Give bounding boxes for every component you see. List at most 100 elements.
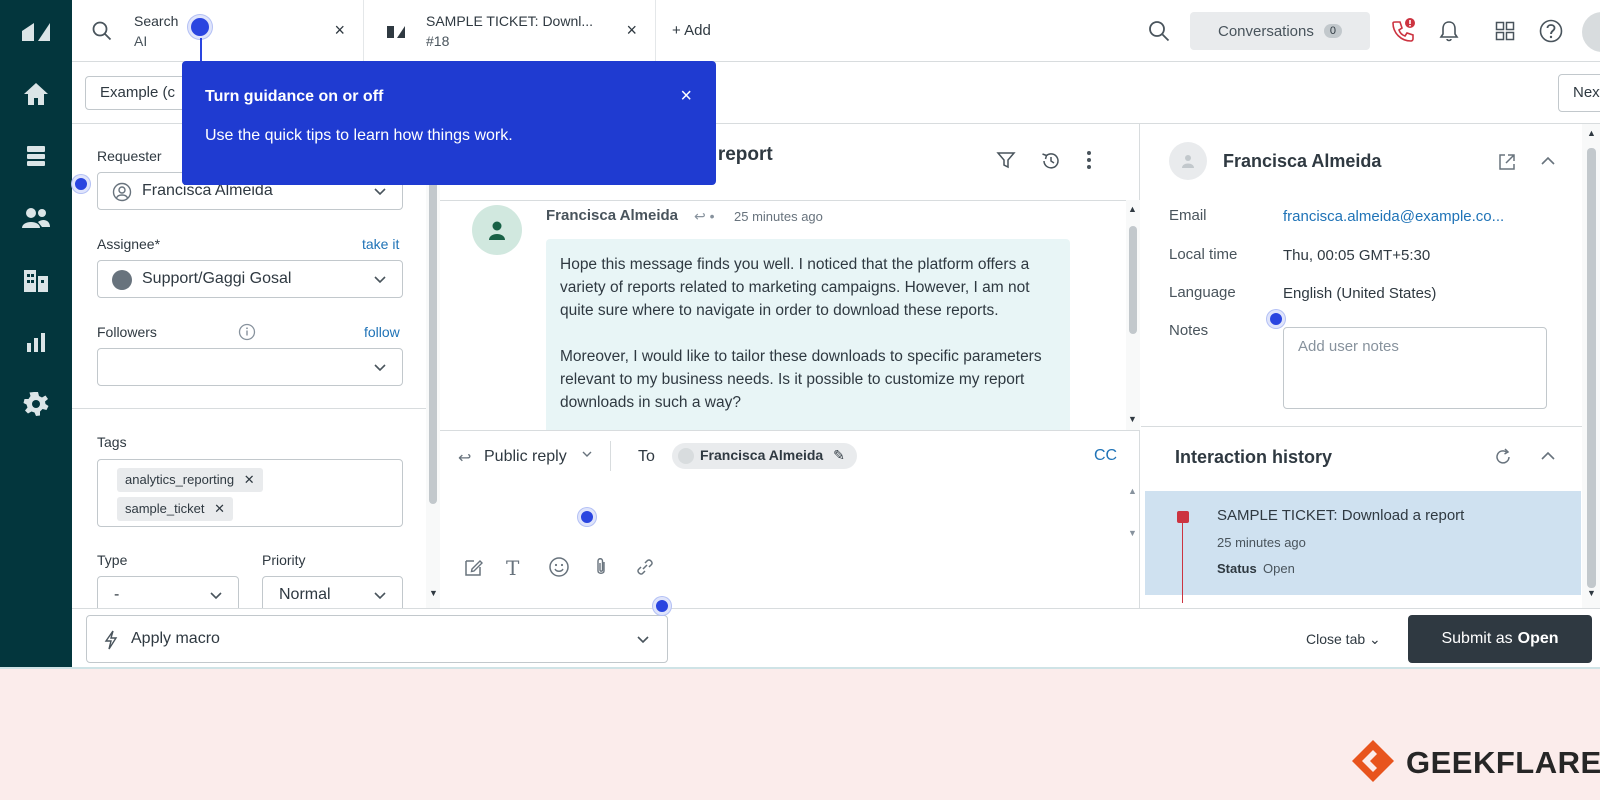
compose-icon[interactable] bbox=[462, 556, 484, 581]
cc-link[interactable]: CC bbox=[1094, 447, 1117, 465]
history-icon[interactable] bbox=[1040, 150, 1062, 175]
reply-editor[interactable] bbox=[440, 484, 1126, 554]
history-status-value: Open bbox=[1263, 561, 1295, 576]
geekflare-logo-text: GEEKFLARE bbox=[1406, 744, 1600, 780]
more-options-icon[interactable] bbox=[1086, 150, 1092, 173]
priority-label: Priority bbox=[262, 552, 306, 568]
phone-alert-icon[interactable] bbox=[1390, 18, 1416, 44]
refresh-icon[interactable] bbox=[1493, 447, 1513, 470]
tag-chip[interactable]: sample_ticket ✕ bbox=[117, 497, 234, 521]
message-author: Francisca Almeida bbox=[546, 207, 679, 224]
message-scrollbar[interactable]: ▲ ▼ bbox=[1126, 200, 1140, 430]
remove-tag-icon[interactable]: ✕ bbox=[214, 501, 225, 516]
scrollbar-thumb[interactable] bbox=[1587, 148, 1596, 588]
scroll-up-arrow-icon[interactable]: ▲ bbox=[1128, 486, 1137, 496]
scroll-down-arrow-icon[interactable]: ▼ bbox=[1128, 414, 1137, 424]
scroll-down-arrow-icon[interactable]: ▼ bbox=[1587, 588, 1596, 598]
guidance-hotspot[interactable] bbox=[188, 15, 212, 39]
followers-field[interactable] bbox=[97, 348, 403, 386]
customers-icon[interactable] bbox=[16, 198, 56, 238]
editor-scrollbar[interactable]: ▲ ▼ bbox=[1126, 484, 1140, 544]
remove-tag-icon[interactable]: ✕ bbox=[244, 472, 255, 487]
next-button[interactable]: Next bbox=[1558, 74, 1600, 112]
scroll-down-arrow-icon[interactable]: ▼ bbox=[1128, 528, 1137, 538]
zendesk-logo-icon[interactable] bbox=[16, 12, 56, 52]
history-item[interactable]: SAMPLE TICKET: Download a report 25 minu… bbox=[1145, 491, 1581, 603]
guidance-hotspot[interactable] bbox=[653, 597, 671, 615]
guidance-hotspot[interactable] bbox=[578, 508, 596, 526]
local-time-label: Local time bbox=[1169, 246, 1238, 263]
chevron-down-icon bbox=[372, 183, 388, 202]
edit-pencil-icon[interactable]: ✎ bbox=[833, 447, 845, 463]
collapse-chevron-up-icon[interactable] bbox=[1539, 447, 1557, 468]
chevron-down-icon[interactable] bbox=[580, 447, 594, 464]
guidance-hotspot[interactable] bbox=[1267, 310, 1285, 328]
apps-grid-icon[interactable] bbox=[1492, 18, 1518, 44]
user-name: Francisca Almeida bbox=[1223, 151, 1382, 171]
close-tab-button[interactable]: × bbox=[334, 20, 345, 41]
recipient-chip[interactable]: Francisca Almeida ✎ bbox=[672, 443, 857, 469]
user-avatar[interactable] bbox=[1582, 12, 1600, 52]
close-guidance-button[interactable]: × bbox=[680, 85, 692, 108]
user-avatar-icon bbox=[1169, 142, 1207, 180]
apply-macro-label: Apply macro bbox=[131, 630, 220, 647]
submit-button[interactable]: Submit as Open bbox=[1408, 615, 1592, 663]
history-item-title: SAMPLE TICKET: Download a report bbox=[1217, 507, 1465, 524]
open-external-icon[interactable] bbox=[1497, 152, 1517, 175]
close-tab-dropdown[interactable]: Close tab ⌄ bbox=[1306, 631, 1381, 648]
left-nav bbox=[0, 0, 72, 667]
guidance-tooltip: Turn guidance on or off Use the quick ti… bbox=[182, 61, 716, 185]
emoji-icon[interactable] bbox=[548, 556, 570, 581]
attachment-icon[interactable] bbox=[592, 556, 610, 581]
views-icon[interactable] bbox=[16, 136, 56, 176]
scrollbar-thumb[interactable] bbox=[429, 154, 437, 504]
close-tab-button[interactable]: × bbox=[626, 20, 637, 41]
user-panel-scrollbar[interactable]: ▲ ▼ bbox=[1582, 124, 1600, 608]
search-icon[interactable] bbox=[1146, 18, 1172, 44]
reporting-icon[interactable] bbox=[16, 322, 56, 362]
add-tab-button[interactable]: + Add bbox=[672, 22, 711, 39]
tags-label: Tags bbox=[97, 434, 127, 450]
scroll-down-arrow-icon[interactable]: ▼ bbox=[429, 588, 438, 598]
reply-mode-selector[interactable]: Public reply bbox=[484, 448, 567, 466]
assignee-field[interactable]: Support/Gaggi Gosal bbox=[97, 260, 403, 298]
properties-scrollbar[interactable]: ▼ bbox=[426, 124, 440, 608]
take-it-link[interactable]: take it bbox=[362, 236, 399, 252]
guidance-hotspot[interactable] bbox=[72, 175, 90, 193]
notifications-bell-icon[interactable] bbox=[1436, 18, 1462, 44]
conversations-button[interactable]: Conversations 0 bbox=[1190, 12, 1370, 50]
type-value: - bbox=[114, 586, 120, 603]
help-icon[interactable] bbox=[1538, 18, 1564, 44]
apply-macro-select[interactable]: Apply macro bbox=[86, 615, 668, 663]
message-paragraph: Hope this message finds you well. I noti… bbox=[560, 256, 1030, 319]
tab-ticket[interactable]: SAMPLE TICKET: Downl... #18 × bbox=[364, 0, 656, 62]
tab-subtitle: #18 bbox=[426, 33, 450, 49]
scrollbar-thumb[interactable] bbox=[1129, 226, 1137, 334]
author-avatar-icon bbox=[472, 205, 522, 255]
scroll-up-arrow-icon[interactable]: ▲ bbox=[1128, 204, 1137, 214]
user-notes-input[interactable]: Add user notes bbox=[1283, 327, 1547, 409]
ticket-icon bbox=[386, 22, 406, 43]
admin-gear-icon[interactable] bbox=[16, 384, 56, 424]
tab-subtitle: AI bbox=[134, 33, 148, 49]
interaction-history: Interaction history SAMPLE TICKET: Downl… bbox=[1141, 426, 1582, 608]
tag-chip[interactable]: analytics_reporting ✕ bbox=[117, 468, 263, 492]
tags-field[interactable]: analytics_reporting ✕ sample_ticket ✕ bbox=[97, 459, 403, 527]
link-icon[interactable] bbox=[634, 556, 656, 581]
follow-link[interactable]: follow bbox=[364, 324, 400, 340]
collapse-chevron-up-icon[interactable] bbox=[1539, 152, 1557, 173]
ticket-properties-panel: Requester Francisca Almeida Assignee* ta… bbox=[72, 124, 438, 616]
filter-icon[interactable] bbox=[996, 150, 1016, 173]
home-icon[interactable] bbox=[16, 74, 56, 114]
type-label: Type bbox=[97, 552, 128, 568]
geekflare-logo: GEEKFLARE bbox=[1350, 738, 1600, 787]
text-format-icon[interactable]: T bbox=[506, 556, 519, 580]
scroll-up-arrow-icon[interactable]: ▲ bbox=[1587, 128, 1596, 138]
tab-search[interactable]: Search AI × bbox=[72, 0, 364, 62]
app-window: Search AI × SAMPLE TICKET: Downl... #18 … bbox=[0, 0, 1600, 669]
organizations-icon[interactable] bbox=[16, 260, 56, 300]
email-link[interactable]: francisca.almeida@example.co... bbox=[1283, 208, 1504, 225]
close-tab-label: Close tab bbox=[1306, 631, 1366, 647]
recipient-name: Francisca Almeida bbox=[700, 447, 824, 463]
info-icon[interactable] bbox=[238, 323, 256, 344]
